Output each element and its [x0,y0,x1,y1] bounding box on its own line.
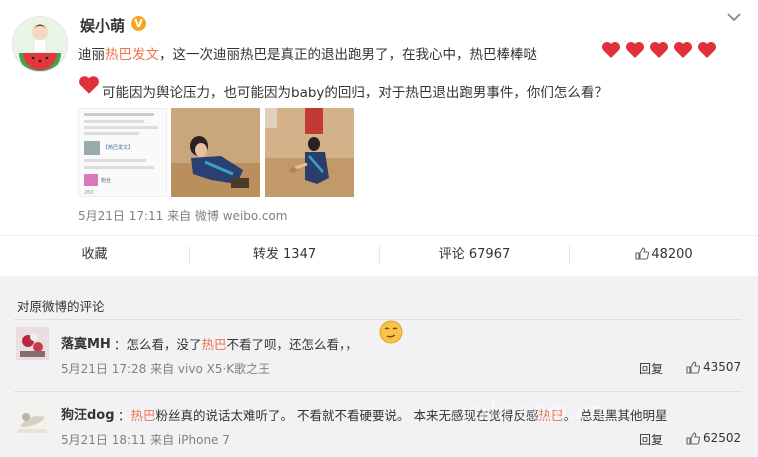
comment-button[interactable]: 评论 67967 [380,236,569,274]
user-avatar[interactable] [12,16,68,72]
post-meta: 5月21日 17:11 来自 微博 weibo.com [78,209,288,223]
thumb-text: 粉丝 [101,177,112,184]
comment-like-count: 43507 [703,360,742,374]
post-text: ，这一次迪丽热巴是真正的退出跑男了，在我心中，热巴棒棒哒 [159,47,537,63]
post-text: 迪丽 [78,47,105,63]
chevron-down-icon[interactable] [726,10,742,24]
heart-emoji-icon [674,42,692,58]
weibo-post: 娱小萌 V 迪丽热巴发文，这一次迪丽热巴是真正的退出跑男了，在我心中，热巴棒棒哒… [0,0,758,235]
heart-emoji-icon [626,42,644,58]
comment-like-count: 62502 [703,431,742,445]
divider [14,391,742,392]
topic-link[interactable]: 热巴 [202,337,227,352]
commenter-avatar[interactable] [16,403,49,436]
repost-button[interactable]: 转发 1347 [190,236,379,274]
heart-emoji-icon [602,42,620,58]
comments-panel: 对原微博的评论 落寞MH ：怎么看，没了热巴不看了呗，还怎么看，， 5月21日 … [0,276,758,457]
reply-button[interactable]: 回复 [639,431,663,448]
comment-text-part: ：怎么看，没了 [114,337,202,352]
smirk-emoji-icon [379,320,403,344]
verified-badge-icon: V [131,16,146,31]
comment-text: ：怎么看，没了热巴不看了呗，还怎么看，， [114,334,358,353]
thumb-text: 【热巴发文】 [103,145,134,151]
commenter-name[interactable]: 狗汪dog [61,404,115,423]
post-text-line-2: 可能因为舆论压力，也可能因为baby的回归，对于热巴退出跑男事件，你们怎么看？ [102,85,608,101]
comment-text-part: 不看了呗，还怎么看，， [226,337,358,352]
post-image-3[interactable] [265,108,354,197]
comment-meta: 5月21日 17:28 来自 vivo X5·K歌之王 [61,362,271,376]
heart-emoji-icon [698,42,716,58]
post-username[interactable]: 娱小萌 [80,15,125,36]
comment-like-button[interactable]: 62502 [686,431,741,445]
like-count: 48200 [651,247,693,262]
heart-emoji-icon [650,42,668,58]
thumb-text: 260 [84,190,94,196]
comments-title: 对原微博的评论 [17,299,105,314]
action-bar: 收藏 转发 1347 评论 67967 48200 [0,235,758,274]
commenter-name[interactable]: 落寞MH [61,333,111,352]
post-text-line-1: 迪丽热巴发文，这一次迪丽热巴是真正的退出跑男了，在我心中，热巴棒棒哒 [78,43,537,63]
comment-text-part: ： [118,408,131,423]
divider [14,319,742,320]
reply-button[interactable]: 回复 [639,360,663,377]
comment-like-button[interactable]: 43507 [686,360,741,374]
thumb-up-icon [686,361,701,374]
favorite-button[interactable]: 收藏 [0,236,189,274]
topic-link[interactable]: 热巴 [131,408,156,423]
topic-link[interactable]: 热巴发文 [105,47,159,63]
thumb-up-icon [686,432,701,445]
comment-meta: 5月21日 18:11 来自 iPhone 7 [61,433,230,447]
thumb-up-icon [635,247,650,260]
heart-emoji-icon [79,76,99,94]
post-image-2[interactable] [171,108,260,197]
commenter-avatar[interactable] [16,327,49,360]
like-button[interactable]: 48200 [570,236,758,274]
watermark: yule.com.cn [460,395,605,426]
post-image-1[interactable]: 【热巴发文】 粉丝 260 [78,108,167,197]
